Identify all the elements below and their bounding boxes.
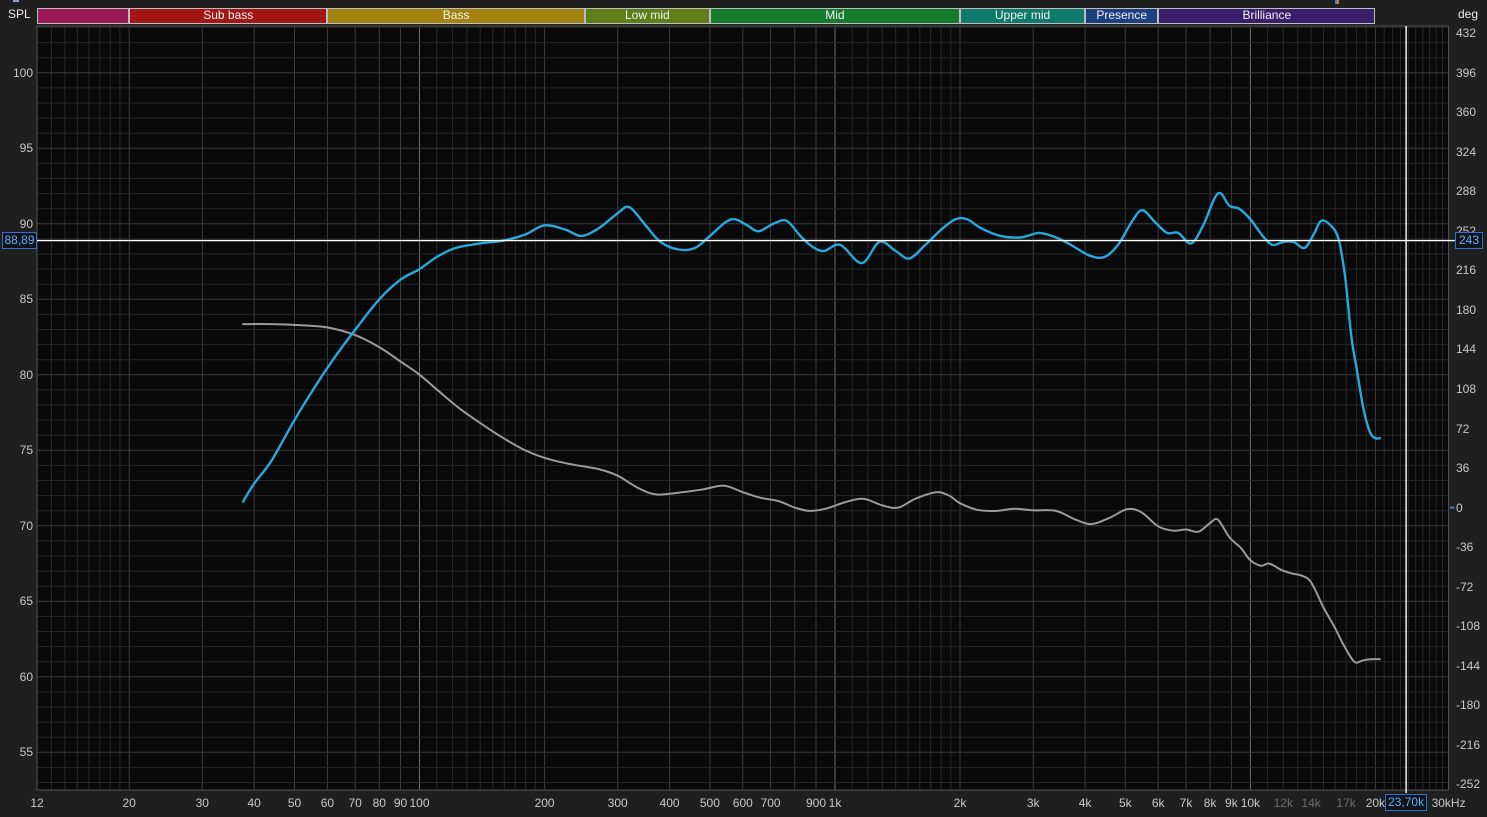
deg-tick-label: 36 bbox=[1456, 461, 1470, 475]
spl-tick-label: 70 bbox=[19, 518, 33, 533]
spl-tick-label: 65 bbox=[19, 594, 33, 609]
screen-edge-artifact bbox=[1337, 0, 1339, 4]
spl-tick-label: 95 bbox=[19, 141, 33, 156]
cursor-spl-readout[interactable]: 88,89 bbox=[2, 231, 37, 249]
freq-tick-label: 20 bbox=[122, 796, 136, 810]
deg-tick-label: 360 bbox=[1456, 105, 1477, 120]
freq-tick-label: 14k bbox=[1301, 796, 1321, 810]
freq-tick-label: 3k bbox=[1026, 796, 1040, 810]
spl-tick-label: 90 bbox=[19, 216, 33, 231]
spl-tick-label: 85 bbox=[19, 292, 33, 307]
freq-tick-label: 12k bbox=[1273, 796, 1293, 810]
spl-tick-label: 55 bbox=[19, 745, 33, 760]
freq-tick-label: 50 bbox=[287, 796, 302, 810]
freq-tick-label: 700 bbox=[760, 796, 781, 810]
deg-tick-label: -108 bbox=[1456, 619, 1481, 634]
freq-tick-label: 2k bbox=[953, 796, 967, 810]
deg-tick-label: 432 bbox=[1456, 26, 1477, 40]
freq-tick-label: 8k bbox=[1203, 796, 1217, 810]
deg-tick-label: -180 bbox=[1456, 698, 1481, 713]
deg-tick-label: 0 bbox=[1456, 500, 1463, 515]
freq-tick-label: 20k bbox=[1365, 796, 1386, 810]
freq-tick-label: 60 bbox=[320, 796, 335, 810]
freq-tick-label: 40 bbox=[247, 796, 261, 810]
freq-tick-label: 200 bbox=[534, 796, 555, 810]
freq-tick-label: 6k bbox=[1151, 796, 1165, 810]
plot-area[interactable] bbox=[0, 0, 1487, 817]
freq-tick-label: 5k bbox=[1118, 796, 1132, 810]
deg-tick-label: 288 bbox=[1456, 184, 1477, 199]
freq-tick-label: 100 bbox=[409, 796, 430, 810]
deg-tick-label: -36 bbox=[1456, 540, 1474, 555]
freq-tick-label: 4k bbox=[1078, 796, 1092, 810]
deg-tick-label: 144 bbox=[1456, 342, 1477, 357]
deg-tick-label: 108 bbox=[1456, 381, 1477, 396]
spl-tick-label: 80 bbox=[19, 367, 33, 382]
freq-tick-label: 30 bbox=[195, 796, 209, 810]
freq-tick-label: 17k bbox=[1336, 796, 1356, 810]
freq-tick-label: 30kHz bbox=[1431, 796, 1466, 810]
freq-tick-label: 9k bbox=[1225, 796, 1238, 810]
deg-tick-label: 324 bbox=[1456, 144, 1477, 159]
freq-tick-label: 600 bbox=[732, 796, 753, 810]
freq-tick-label: 500 bbox=[699, 796, 720, 810]
spl-tick-label: 60 bbox=[19, 669, 33, 684]
freq-tick-label: 300 bbox=[607, 796, 628, 810]
cursor-deg-readout[interactable]: 243 bbox=[1455, 231, 1483, 249]
deg-tick-label: 216 bbox=[1456, 263, 1477, 278]
freq-tick-label: 1k bbox=[828, 796, 842, 810]
deg-tick-label: -72 bbox=[1456, 579, 1474, 594]
spl-tick-label: 75 bbox=[19, 443, 33, 458]
freq-tick-label: 400 bbox=[659, 796, 680, 810]
freq-tick-label: 10k bbox=[1240, 796, 1261, 810]
analyzer-window: SPL deg Sub bass Bass Low mid Mid Upper mid P… bbox=[0, 0, 1487, 817]
cursor-freq-readout[interactable]: 23,70k bbox=[1385, 794, 1428, 811]
freq-tick-label: 900 bbox=[805, 796, 827, 810]
deg-tick-label: -216 bbox=[1456, 737, 1481, 752]
screen-edge-artifact bbox=[13, 0, 19, 2]
deg-tick-label: -144 bbox=[1456, 658, 1481, 673]
deg-tick-label: 396 bbox=[1456, 65, 1477, 80]
freq-tick-label: 7k bbox=[1179, 796, 1193, 810]
spl-tick-label: 100 bbox=[12, 65, 33, 80]
deg-tick-label: -252 bbox=[1456, 777, 1481, 792]
freq-tick-label: 80 bbox=[372, 796, 386, 810]
freq-tick-label: 70 bbox=[348, 796, 362, 810]
deg-tick-label: 180 bbox=[1456, 302, 1477, 317]
freq-tick-label: 90 bbox=[393, 796, 408, 810]
deg-tick-label: 72 bbox=[1456, 421, 1470, 436]
freq-tick-label: 12 bbox=[30, 796, 44, 810]
